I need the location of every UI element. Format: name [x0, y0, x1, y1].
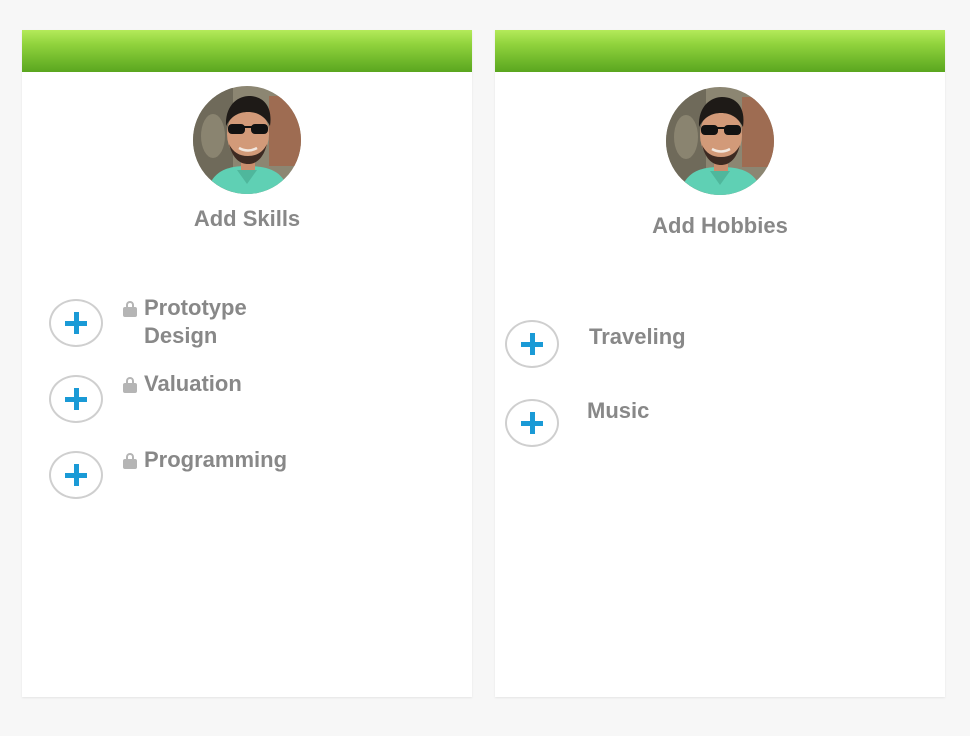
plus-icon	[521, 412, 543, 434]
skill-label-prototype-design: Prototype Design	[144, 295, 247, 348]
lock-icon	[123, 377, 137, 393]
avatar	[193, 86, 301, 194]
avatar	[666, 87, 774, 195]
add-skills-title: Add Skills	[193, 206, 301, 231]
add-hobby-button-music[interactable]	[505, 399, 559, 447]
skill-label-programming: Programming	[144, 447, 288, 472]
lock-icon	[123, 301, 137, 317]
add-hobbies-title: Add Hobbies	[652, 213, 788, 238]
plus-icon	[521, 333, 543, 355]
lock-icon	[123, 453, 137, 469]
add-skill-button-valuation[interactable]	[49, 375, 103, 423]
add-skill-button-programming[interactable]	[49, 451, 103, 499]
hobbies-card: Add Hobbies Traveling Music	[495, 30, 945, 697]
add-skill-button-prototype-design[interactable]	[49, 299, 103, 347]
hobby-label-music: Music	[587, 398, 650, 423]
skills-card: Add Skills Prototype Design Valuation Pr…	[22, 30, 472, 697]
plus-icon	[65, 312, 87, 334]
card-header-bar	[22, 30, 472, 72]
hobby-label-traveling: Traveling	[589, 324, 686, 349]
plus-icon	[65, 464, 87, 486]
card-header-bar	[495, 30, 945, 72]
skill-label-valuation: Valuation	[144, 371, 242, 396]
plus-icon	[65, 388, 87, 410]
add-hobby-button-traveling[interactable]	[505, 320, 559, 368]
